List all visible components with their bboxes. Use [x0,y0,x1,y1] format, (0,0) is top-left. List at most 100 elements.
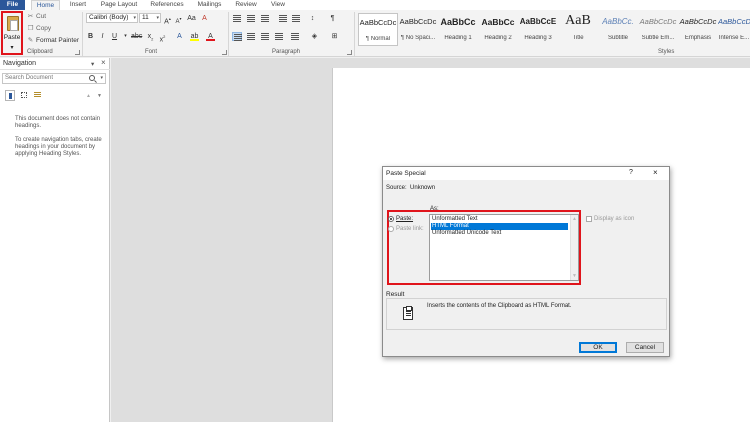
list-item[interactable]: Unformatted Unicode Text [431,230,568,237]
search-input[interactable]: Search Document ▾ [2,73,106,84]
sort-button[interactable]: ↕ [308,14,317,23]
source-value: Unknown [410,185,436,191]
styles-group-label: Styles [658,49,675,55]
clipboard-icon [403,306,413,320]
list-item[interactable]: Unformatted Text [431,216,568,223]
style-heading-3[interactable]: AaBbCcE Heading 3 [518,13,558,46]
style-heading-2[interactable]: AaBbCc Heading 2 [478,13,518,46]
tab-results[interactable] [33,90,43,101]
clear-formatting-icon[interactable]: A [200,14,209,23]
chevron-down-icon[interactable]: ▾ [121,32,130,41]
list-item[interactable]: HTML Format [431,223,568,230]
show-formatting-marks-button[interactable]: ¶ [328,14,337,23]
line-spacing-button[interactable] [290,32,300,41]
paste-radio[interactable] [388,216,394,222]
decrease-indent-button[interactable] [278,14,288,23]
multilevel-list-button[interactable] [260,14,270,23]
tab-page-layout[interactable]: Page Layout [98,0,140,10]
listbox-scrollbar[interactable]: ▲ ▼ [570,215,578,280]
tab-mailings[interactable]: Mailings [193,0,226,10]
align-left-button[interactable] [232,32,242,41]
align-right-button[interactable] [260,32,270,41]
bullets-button[interactable] [232,14,242,23]
format-painter-button[interactable]: ✎ Format Painter [27,36,79,45]
format-listbox[interactable]: Unformatted Text HTML Format Unformatted… [429,214,579,281]
highlight-color-button[interactable]: ab [190,32,199,41]
display-as-icon-checkbox[interactable] [586,216,592,222]
center-button[interactable] [246,32,256,41]
strikethrough-button[interactable]: abc [131,32,142,41]
help-icon[interactable]: ? [629,169,633,176]
ok-button[interactable]: OK [579,342,617,353]
close-icon[interactable]: × [653,168,658,177]
scroll-up-icon[interactable]: ▲ [572,216,577,222]
cancel-button[interactable]: Cancel [626,342,664,353]
font-color-button[interactable]: A [206,32,215,41]
increase-indent-button[interactable] [291,14,301,23]
tab-insert[interactable]: Insert [64,0,92,10]
copy-button[interactable]: ❐ Copy [27,24,52,33]
tab-pages[interactable] [19,90,29,101]
cut-button[interactable]: ✂ Cut [27,12,46,21]
numbered-list-icon [247,15,255,22]
pages-icon [21,92,27,98]
tab-references[interactable]: References [146,0,188,10]
paste-button[interactable]: Paste ▾ [1,11,23,55]
close-icon[interactable]: × [101,58,106,67]
style-subtle-emphasis[interactable]: AaBbCcDc Subtle Em... [638,13,678,46]
tab-home[interactable]: Home [31,0,60,10]
source-label: Source: [386,185,407,191]
change-case-button[interactable]: Aa [187,14,196,23]
style-intense-emphasis[interactable]: AaBbCcDc Intense E... [718,13,750,46]
tab-headings[interactable] [5,90,15,101]
previous-heading-icon[interactable]: ▲ [86,93,91,99]
style-name: Emphasis [684,35,712,41]
style-sample: AaB [565,13,591,28]
style-name: ¶ No Spaci... [400,35,436,41]
style-no-spacing[interactable]: AaBbCcDc ¶ No Spaci... [398,13,438,46]
style-emphasis[interactable]: AaBbCcDc Emphasis [678,13,718,46]
search-icon[interactable] [89,75,95,81]
next-heading-icon[interactable]: ▼ [97,93,102,99]
font-dialog-launcher-icon[interactable] [222,50,227,55]
chevron-down-icon[interactable]: ▾ [91,60,94,68]
style-subtitle[interactable]: AaBbCc. Subtitle [598,13,638,46]
style-heading-1[interactable]: AaBbCc Heading 1 [438,13,478,46]
style-name: Title [572,35,584,41]
paragraph-dialog-launcher-icon[interactable] [347,50,352,55]
tab-view[interactable]: View [266,0,290,10]
shrink-font-button[interactable]: A▾ [174,14,183,25]
multilevel-list-icon [261,15,269,22]
tab-review[interactable]: Review [232,0,260,10]
ribbon: Paste ▾ ✂ Cut ❐ Copy ✎ Format Painter Clipb… [0,10,750,57]
style-sample: AaBbCcDc [718,17,750,26]
style-name: Heading 1 [444,35,472,41]
bullet-list-icon [233,15,241,22]
chevron-down-icon[interactable]: ▾ [100,74,103,83]
paste-link-radio[interactable] [388,226,394,232]
clipboard-dialog-launcher-icon[interactable] [75,50,80,55]
bold-button[interactable]: B [86,32,95,41]
numbering-button[interactable] [246,14,256,23]
style-title[interactable]: AaB Title [558,13,598,46]
tab-file[interactable]: File [0,0,25,10]
italic-button[interactable]: I [98,32,107,41]
text-effects-button[interactable]: A [175,32,184,41]
clipboard-group-label: Clipboard [27,49,53,55]
font-size-select[interactable]: 11 ▾ [139,13,161,23]
style-sample: AaBbCcDc [359,18,397,27]
results-icon [34,92,41,98]
paste-option-label: Paste: [396,216,414,222]
style-normal[interactable]: AaBbCcDc ¶ Normal [358,13,398,46]
style-sample: AaBbCc [440,17,476,27]
shading-button[interactable]: ◈ [310,32,319,41]
chevron-down-icon[interactable]: ▾ [3,44,21,51]
grow-font-button[interactable]: A▴ [163,14,172,25]
justify-button[interactable] [274,32,284,41]
superscript-button[interactable]: x2 [158,32,167,43]
borders-button[interactable]: ⊞ [330,32,339,41]
scroll-down-icon[interactable]: ▼ [572,273,577,279]
underline-button[interactable]: U [110,32,119,41]
subscript-button[interactable]: x2 [146,32,155,41]
font-family-select[interactable]: Calibri (Body) ▾ [86,13,138,23]
